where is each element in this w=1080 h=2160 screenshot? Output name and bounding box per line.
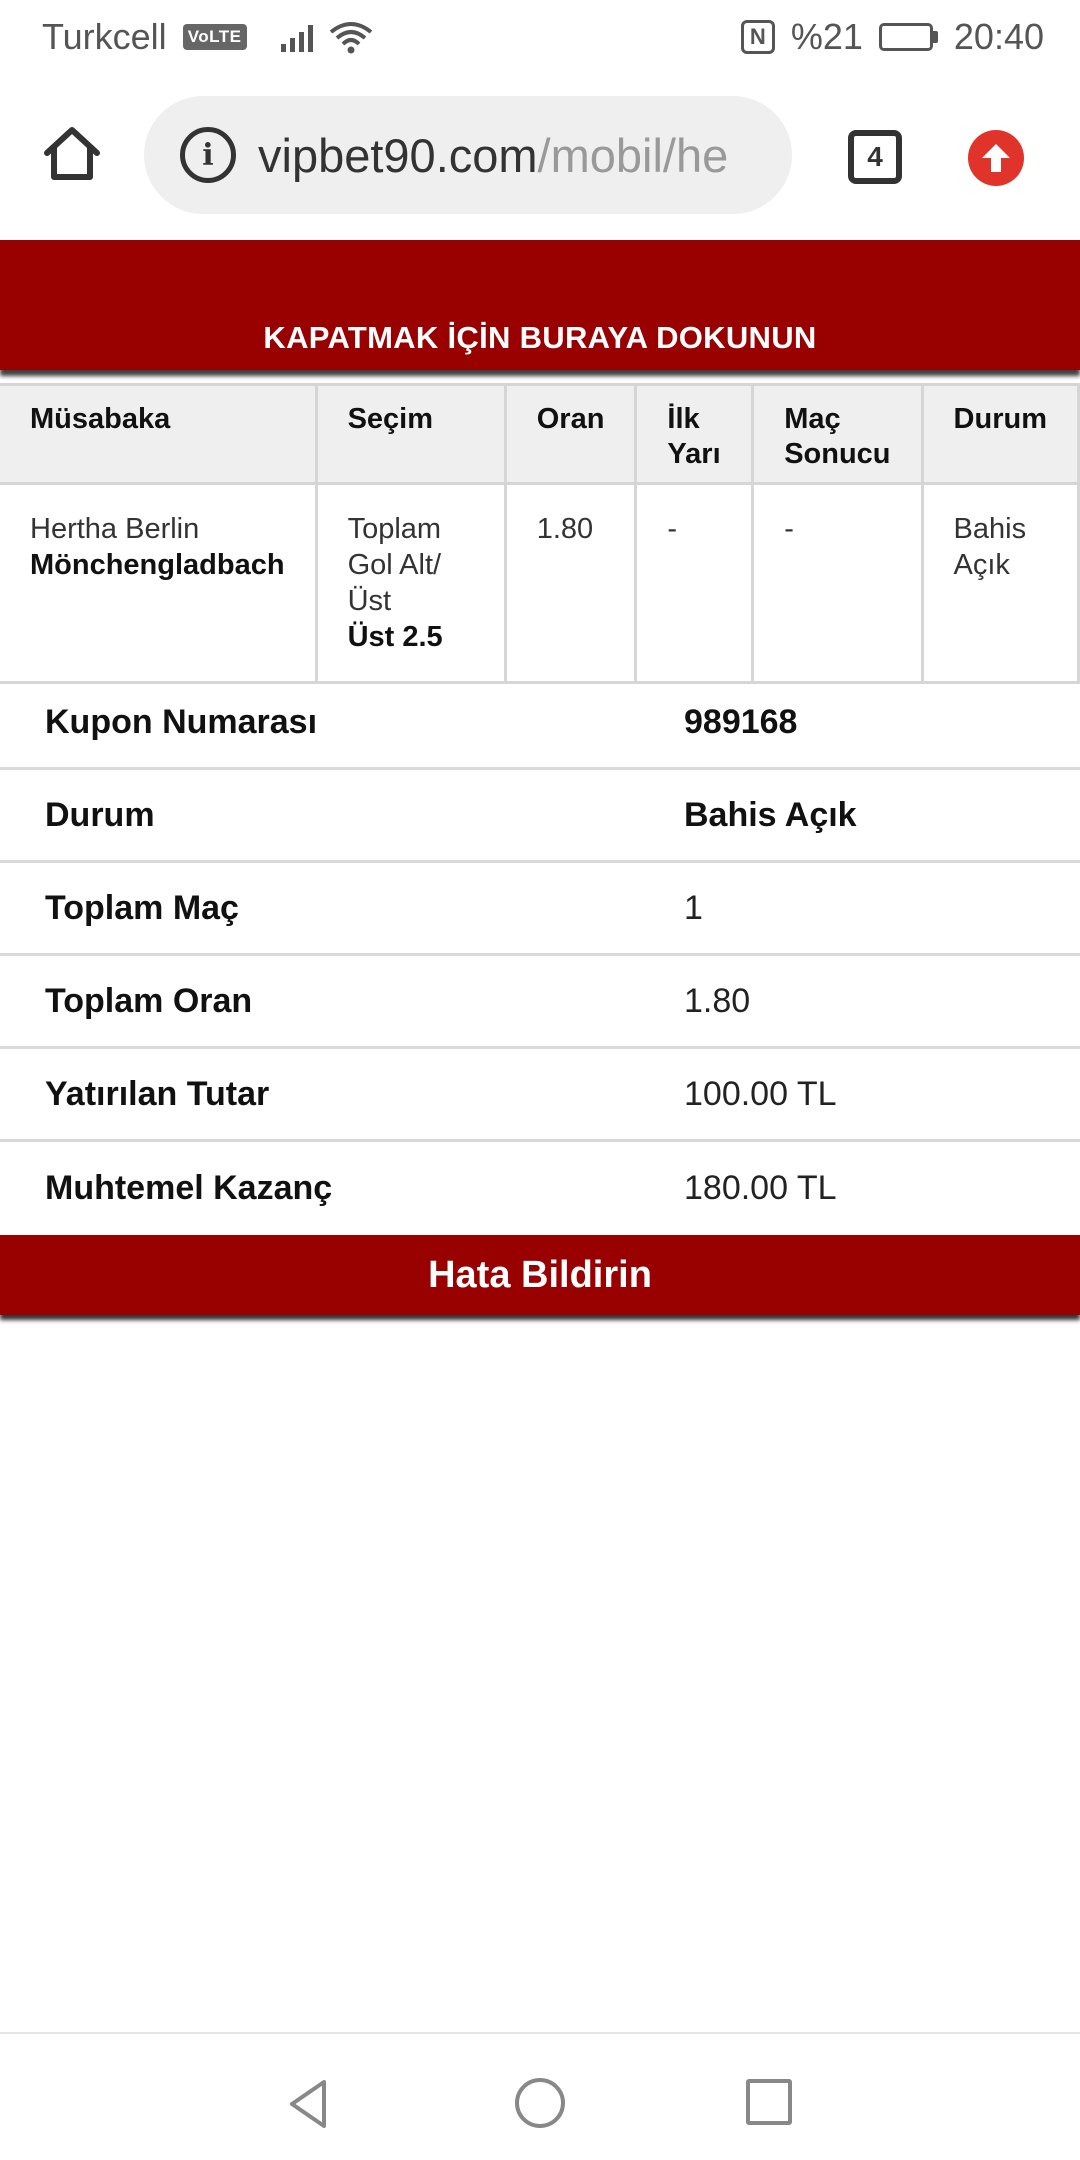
column-header-musabaka: Müsabaka xyxy=(0,383,318,485)
summary-value: 989168 xyxy=(684,702,798,741)
selection-value: Üst 2.5 xyxy=(347,621,443,653)
column-header-durum: Durum xyxy=(920,383,1080,485)
selection-cell: Toplam Gol Alt/ Üst Üst 2.5 xyxy=(314,482,507,684)
coupon-summary: Kupon Numarası 989168 Durum Bahis Açık T… xyxy=(0,677,1080,1235)
home-team: Hertha Berlin xyxy=(30,513,200,545)
first-half-cell: - xyxy=(634,482,755,684)
summary-value: 100.00 TL xyxy=(684,1074,837,1113)
summary-label: Durum xyxy=(45,795,155,834)
summary-value: Bahis Açık xyxy=(684,795,857,834)
close-banner-text: KAPATMAK İÇİN BURAYA DOKUNUN xyxy=(263,320,817,355)
browser-toolbar: i vipbet90.com/mobil/he 4 xyxy=(0,74,1080,240)
update-button[interactable] xyxy=(968,130,1024,186)
column-header-oran: Oran xyxy=(503,383,638,485)
close-banner[interactable]: KAPATMAK İÇİN BURAYA DOKUNUN xyxy=(0,240,1080,370)
back-icon[interactable] xyxy=(284,2078,336,2130)
battery-percent: %21 xyxy=(790,16,863,57)
summary-row-kupon-numarasi: Kupon Numarası 989168 xyxy=(0,677,1080,770)
report-error-button[interactable]: Hata Bildirin xyxy=(0,1235,1080,1315)
summary-row-muhtemel-kazanc: Muhtemel Kazanç 180.00 TL xyxy=(0,1142,1080,1235)
status-right: N %21 20:40 xyxy=(740,16,1044,58)
home-circle-icon[interactable] xyxy=(515,2078,565,2128)
summary-value: 1 xyxy=(684,888,703,927)
odds-cell: 1.80 xyxy=(503,482,638,684)
battery-icon xyxy=(878,23,938,51)
summary-row-yatirilan-tutar: Yatırılan Tutar 100.00 TL xyxy=(0,1049,1080,1142)
summary-value: 180.00 TL xyxy=(684,1169,837,1207)
bet-table: Müsabaka Seçim Oran İlk Yarı Maç Sonucu Du… xyxy=(0,383,1080,684)
clock: 20:40 xyxy=(953,16,1044,57)
url-text[interactable]: vipbet90.com/mobil/he xyxy=(258,128,728,183)
table-header-row: Müsabaka Seçim Oran İlk Yarı Maç Sonucu Du… xyxy=(0,383,1080,485)
column-header-secim: Seçim xyxy=(314,383,507,485)
nfc-icon: N xyxy=(740,20,775,54)
tabs-icon[interactable]: 4 xyxy=(848,130,902,184)
summary-label: Yatırılan Tutar xyxy=(45,1074,270,1113)
home-button[interactable] xyxy=(36,118,108,190)
summary-label: Toplam Maç xyxy=(45,888,239,927)
match-result-cell: - xyxy=(751,482,924,684)
summary-label: Toplam Oran xyxy=(45,981,253,1020)
wifi-icon xyxy=(329,22,372,54)
column-header-ilk-yari: İlk Yarı xyxy=(634,383,755,485)
signal-icon xyxy=(280,22,313,52)
summary-label: Muhtemel Kazanç xyxy=(45,1169,333,1207)
status-cell: Bahis Açık xyxy=(920,482,1080,684)
home-icon xyxy=(44,127,100,180)
table-row: Hertha Berlin Mönchengladbach Toplam Gol… xyxy=(0,482,1080,684)
url-domain: vipbet90.com xyxy=(258,128,538,182)
summary-row-toplam-oran: Toplam Oran 1.80 xyxy=(0,956,1080,1049)
update-arrow-icon xyxy=(982,144,1010,172)
address-bar[interactable]: i vipbet90.com/mobil/he xyxy=(144,96,792,214)
info-icon[interactable]: i xyxy=(180,127,236,183)
summary-label: Kupon Numarası xyxy=(45,702,318,741)
navigation-bar xyxy=(0,2032,1080,2160)
status-left: Turkcell VoLTE xyxy=(42,16,373,58)
carrier-name: Turkcell xyxy=(42,16,167,57)
recent-apps-icon[interactable] xyxy=(746,2079,792,2125)
away-team: Mönchengladbach xyxy=(30,549,285,581)
match-cell: Hertha Berlin Mönchengladbach xyxy=(0,482,318,684)
tab-count: 4 xyxy=(867,141,883,172)
summary-value: 1.80 xyxy=(684,981,751,1020)
url-path: /mobil/he xyxy=(537,128,729,182)
status-bar: Turkcell VoLTE N %21 20:40 xyxy=(0,0,1080,74)
summary-row-durum: Durum Bahis Açık xyxy=(0,770,1080,863)
column-header-mac-sonucu: Maç Sonucu xyxy=(751,383,924,485)
volte-badge: VoLTE xyxy=(182,24,247,50)
summary-row-toplam-mac: Toplam Maç 1 xyxy=(0,863,1080,956)
